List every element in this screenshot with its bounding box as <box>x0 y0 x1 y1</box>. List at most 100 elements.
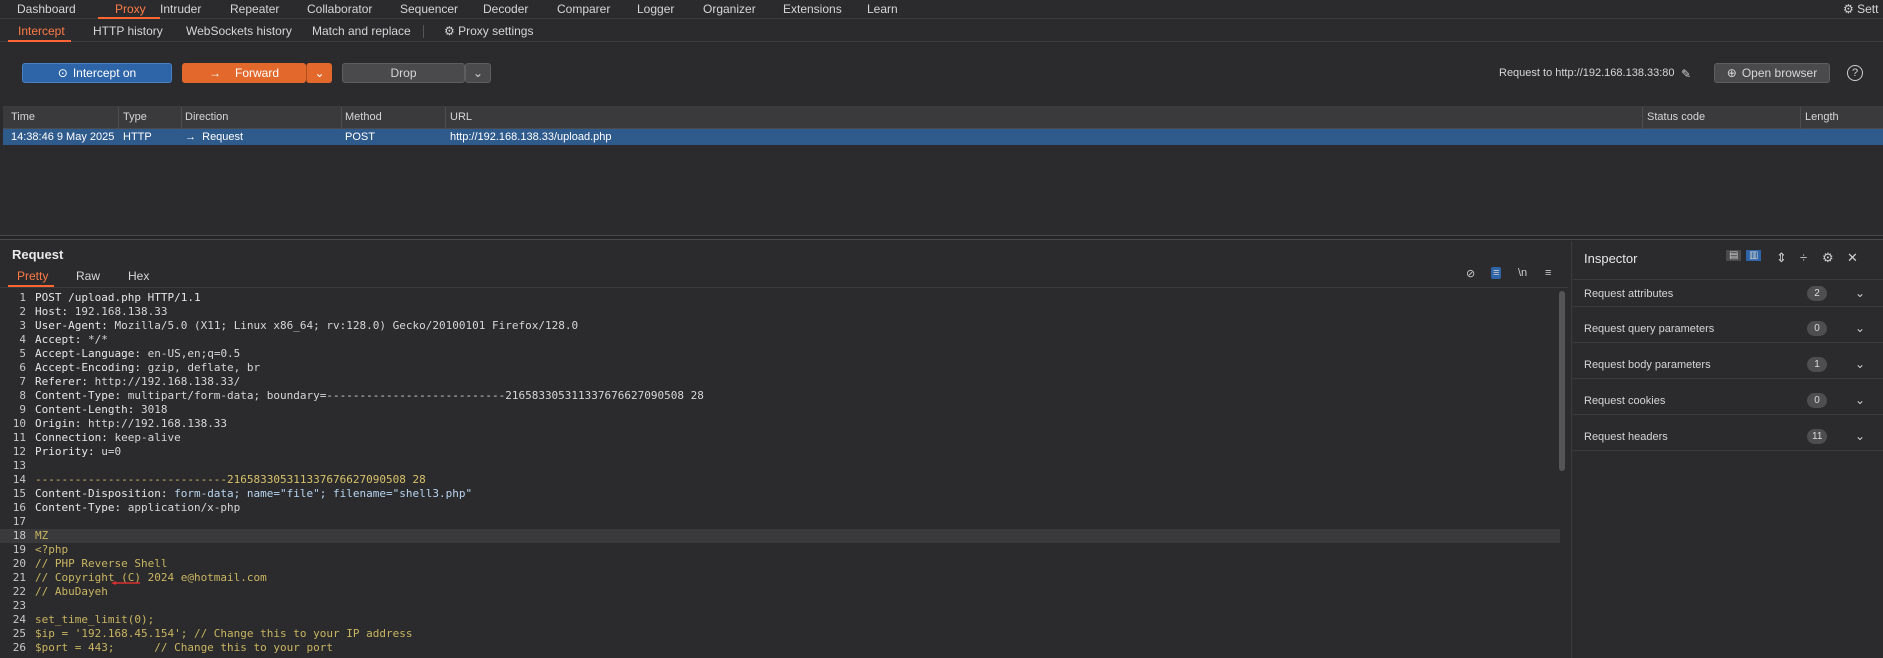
header-key: Accept-Language: <box>35 347 141 360</box>
forward-button[interactable]: → Forward <box>182 63 306 83</box>
tab-extensions[interactable]: Extensions <box>783 2 842 16</box>
gear-icon[interactable]: ⚙ <box>1822 250 1834 266</box>
column-header[interactable]: Method <box>345 111 382 123</box>
open-browser-label: Open browser <box>1741 66 1818 80</box>
column-header[interactable]: Status code <box>1647 111 1705 123</box>
eye-off-icon[interactable]: ⊘ <box>1466 267 1475 280</box>
subtab-match-replace[interactable]: Match and replace <box>312 24 411 38</box>
tab-learn[interactable]: Learn <box>867 2 898 16</box>
tab-hex[interactable]: Hex <box>128 269 149 283</box>
layout-list-icon[interactable]: ▤ <box>1726 250 1742 261</box>
tab-dashboard[interactable]: Dashboard <box>17 2 76 16</box>
newline-toggle[interactable]: \n <box>1518 267 1527 279</box>
tab-pretty[interactable]: Pretty <box>17 269 48 283</box>
panel-splitter[interactable] <box>0 235 1883 240</box>
tab-logger[interactable]: Logger <box>637 2 674 16</box>
column-divider[interactable] <box>1642 107 1643 129</box>
inspector-row-attributes[interactable]: Request attributes 2 ⌄ <box>1573 279 1883 307</box>
pencil-icon[interactable]: ✎ <box>1681 67 1691 81</box>
code-line: 21// Copyright (C) 2024 e@hotmail.com <box>0 571 1560 585</box>
request-editor[interactable]: 1 POST /upload.php HTTP/1.1 2 Host: 192.16… <box>0 289 1560 658</box>
header-key: Priority: <box>35 445 95 458</box>
header-key: Origin: <box>35 417 82 430</box>
count-badge: 2 <box>1807 286 1827 301</box>
help-icon[interactable]: ? <box>1847 65 1863 81</box>
chevron-down-icon[interactable]: ⌄ <box>1855 393 1865 407</box>
inspector-row-query-params[interactable]: Request query parameters 0 ⌄ <box>1573 315 1883 343</box>
tab-sequencer[interactable]: Sequencer <box>400 2 458 16</box>
column-divider[interactable] <box>118 107 119 129</box>
column-divider[interactable] <box>445 107 446 129</box>
active-tab-indicator <box>98 17 160 19</box>
open-browser-button[interactable]: ⊕ Open browser <box>1714 63 1830 83</box>
code-text: // PHP Reverse Shell <box>35 557 168 570</box>
editor-scrollbar[interactable] <box>1559 291 1565 471</box>
intercept-toolbar: ⊙ Intercept on → Forward ⌄ Drop ⌄ Reques… <box>0 43 1883 99</box>
word-wrap-icon[interactable]: ≡ <box>1491 267 1502 279</box>
settings-link[interactable]: ⚙ Sett <box>1843 2 1878 16</box>
close-icon[interactable]: ✕ <box>1847 250 1858 266</box>
tab-proxy[interactable]: Proxy <box>115 2 146 16</box>
chevron-down-icon[interactable]: ⌄ <box>1855 286 1865 300</box>
header-value: multipart/form-data; boundary=----------… <box>121 389 704 402</box>
header-key: Accept-Encoding: <box>35 361 141 374</box>
cell-direction: → Request <box>185 131 243 143</box>
header-value: Mozilla/5.0 (X11; Linux x86_64; rv:128.0… <box>107 319 579 332</box>
proxy-settings-label: Proxy settings <box>458 24 534 38</box>
column-header[interactable]: URL <box>450 111 472 123</box>
subtab-websockets-history[interactable]: WebSockets history <box>186 24 292 38</box>
line-number: 22 <box>12 585 26 598</box>
code-line: 8 Content-Type: multipart/form-data; boun… <box>0 389 1560 403</box>
boundary-text: -----------------------------21658330531… <box>35 473 426 486</box>
collapse-all-icon[interactable]: ÷ <box>1800 250 1807 265</box>
tab-raw[interactable]: Raw <box>76 269 100 283</box>
column-divider[interactable] <box>341 107 342 129</box>
layout-panel-icon[interactable]: ▥ <box>1746 250 1762 261</box>
code-line: 22 // AbuDayeh <box>0 585 1560 599</box>
column-header[interactable]: Time <box>11 111 35 123</box>
code-text: $port = 443; // Change this to your port <box>35 641 334 654</box>
code-line: 19 <?php <box>0 543 1560 557</box>
chevron-down-icon[interactable]: ⌄ <box>1855 357 1865 371</box>
intercept-toggle-button[interactable]: ⊙ Intercept on <box>22 63 172 83</box>
expand-all-icon[interactable]: ⇕ <box>1776 250 1787 266</box>
tab-decoder[interactable]: Decoder <box>483 2 528 16</box>
column-divider[interactable] <box>181 107 182 129</box>
tab-intruder[interactable]: Intruder <box>160 2 201 16</box>
drop-button[interactable]: Drop <box>342 63 465 83</box>
tab-collaborator[interactable]: Collaborator <box>307 2 372 16</box>
request-panel: Request Pretty Raw Hex ⊘ ≡ \n ≡ 1 POST /u… <box>0 241 1568 658</box>
drop-dropdown-button[interactable]: ⌄ <box>465 63 491 83</box>
row-label: Request attributes <box>1584 288 1674 300</box>
line-number: 8 <box>19 389 26 402</box>
inspector-row-cookies[interactable]: Request cookies 0 ⌄ <box>1573 387 1883 415</box>
tab-repeater[interactable]: Repeater <box>230 2 279 16</box>
header-key: Host: <box>35 305 69 318</box>
code-line: 4 Accept: */* <box>0 333 1560 347</box>
inspector-row-headers[interactable]: Request headers 11 ⌄ <box>1573 423 1883 451</box>
intercept-label: Intercept on <box>72 66 137 80</box>
column-header[interactable]: Type <box>123 111 147 123</box>
line-number: 16 <box>12 501 26 514</box>
subtab-http-history[interactable]: HTTP history <box>93 24 163 38</box>
code-text: set_time_limit(0); <box>35 613 155 626</box>
code-line: 6 Accept-Encoding: gzip, deflate, br <box>0 361 1560 375</box>
tab-organizer[interactable]: Organizer <box>703 2 756 16</box>
header-value: keep-alive <box>107 431 181 444</box>
column-header[interactable]: Direction <box>185 111 228 123</box>
chevron-down-icon[interactable]: ⌄ <box>1855 429 1865 443</box>
menu-icon[interactable]: ≡ <box>1545 267 1551 279</box>
inspector-row-body-params[interactable]: Request body parameters 1 ⌄ <box>1573 351 1883 379</box>
header-value: en-US,en;q=0.5 <box>140 347 241 360</box>
proxy-settings-link[interactable]: ⚙ Proxy settings <box>444 24 533 38</box>
request-target: Request to http://192.168.138.33:80 <box>1499 67 1675 79</box>
line-number: 9 <box>19 403 26 416</box>
column-divider[interactable] <box>1800 107 1801 129</box>
chevron-down-icon: ⌄ <box>472 66 484 80</box>
table-row[interactable]: 14:38:46 9 May 2025 HTTP → Request POST … <box>3 129 1883 145</box>
forward-dropdown-button[interactable]: ⌄ <box>306 63 332 83</box>
column-header[interactable]: Length <box>1805 111 1839 123</box>
chevron-down-icon[interactable]: ⌄ <box>1855 321 1865 335</box>
subtab-intercept[interactable]: Intercept <box>18 24 65 38</box>
tab-comparer[interactable]: Comparer <box>557 2 610 16</box>
